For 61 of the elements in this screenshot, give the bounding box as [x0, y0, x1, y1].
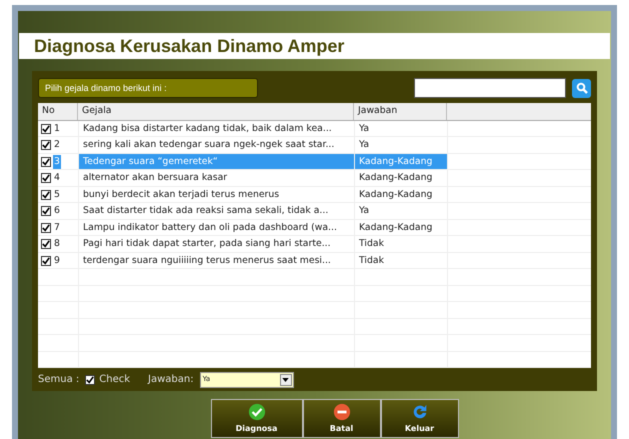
checkbox[interactable]	[41, 124, 51, 134]
dropdown-arrow-icon	[282, 378, 290, 382]
table-cell: Kadang-Kadang	[354, 186, 447, 202]
search-button[interactable]	[572, 78, 591, 98]
table-row[interactable]: 7 Lampu indikator battery dan oli pada dashboard (wa... Kadang-Kadang	[38, 220, 591, 236]
table-cell: Lampu indikator battery dan oli pada dashboard (wa...	[78, 220, 354, 236]
checkbox[interactable]	[41, 239, 51, 250]
semua-label: Semua :	[38, 373, 80, 388]
table-cell: Ya	[354, 137, 447, 153]
check-icon	[248, 402, 266, 420]
table-cell: 4	[53, 171, 61, 186]
checkbox[interactable]	[41, 190, 51, 200]
table-row[interactable]: 1 Kadang bisa distarter kadang tidak, baik dalam kea... Ya	[38, 120, 591, 138]
table-cell: Tidak	[354, 236, 447, 252]
checkbox[interactable]	[41, 173, 51, 184]
table-row[interactable]: 9 terdengar suara nguiiiiing terus menerus saat mesi... Tidak	[38, 252, 591, 270]
checkbox[interactable]	[41, 140, 51, 150]
table-cell: Tidak	[354, 252, 447, 268]
table-cell: Pagi hari tidak dapat starter, pada siang hari starte...	[78, 236, 354, 252]
jawaban-label: Jawaban:	[148, 373, 194, 388]
action-button[interactable]: Keluar	[380, 399, 458, 438]
column-header[interactable]: Jawaban	[354, 102, 447, 120]
table-cell: Kadang-Kadang	[354, 220, 447, 236]
table-cell: 3	[53, 154, 61, 169]
table-cell: 1	[53, 122, 61, 136]
search-field[interactable]	[414, 78, 566, 98]
table-cell: Ya	[354, 120, 447, 136]
table-row[interactable]: 8 Pagi hari tidak dapat starter, pada siang hari starte... Tidak	[38, 236, 591, 253]
table-cell: Tedengar suara “gemeretek“	[78, 154, 354, 170]
prompt-label: Pilih gejala dinamo berikut ini :	[38, 78, 258, 98]
window-title: Diagnosa Kerusakan Dinamo Amper	[34, 34, 344, 58]
table-cell: Kadang bisa distarter kadang tidak, baik dalam kea...	[78, 120, 354, 136]
table-cell: Ya	[354, 203, 447, 219]
action-button[interactable]: Batal	[302, 399, 380, 438]
table-cell: terdengar suara nguiiiiing terus menerus saat mesi...	[78, 252, 354, 268]
checkbox[interactable]	[85, 374, 96, 385]
checkbox[interactable]	[41, 156, 51, 167]
table-cell: Kadang-Kadang	[354, 154, 447, 170]
table-cell: bunyi berdecit akan terjadi terus menerus	[78, 186, 354, 202]
table-cell: 6	[53, 204, 61, 218]
minus-icon	[332, 402, 350, 420]
table-row[interactable]: 4 alternator akan bersuara kasar Kadang-Kadang	[38, 170, 591, 187]
table-cell: 2	[53, 138, 61, 152]
checkbox[interactable]	[41, 206, 51, 216]
search-icon	[576, 82, 588, 94]
table-cell: 9	[53, 254, 61, 268]
check-all-label[interactable]: Check	[99, 372, 130, 388]
column-header[interactable]: No	[38, 102, 78, 120]
table-cell: 5	[53, 188, 61, 202]
action-button[interactable]: Diagnosa	[210, 399, 302, 438]
table-row[interactable]: 6 Saat distarter tidak ada reaksi sama sekali, tidak a... Ya	[38, 203, 591, 220]
table-cell: sering kali akan tedengar suara ngek-ngek saat star...	[78, 137, 354, 153]
column-header[interactable]: Gejala	[78, 102, 354, 120]
table-cell: alternator akan bersuara kasar	[78, 170, 354, 186]
checkbox[interactable]	[41, 222, 51, 233]
table-cell: 7	[53, 220, 61, 235]
table-cell: 8	[53, 237, 61, 252]
checkbox[interactable]	[41, 256, 51, 266]
table-cell: Saat distarter tidak ada reaksi sama sekali, tidak a...	[78, 203, 354, 219]
table-row[interactable]: 5 bunyi berdecit akan terjadi terus menerus Kadang-Kadang	[38, 186, 591, 204]
table-cell: Kadang-Kadang	[354, 170, 447, 186]
